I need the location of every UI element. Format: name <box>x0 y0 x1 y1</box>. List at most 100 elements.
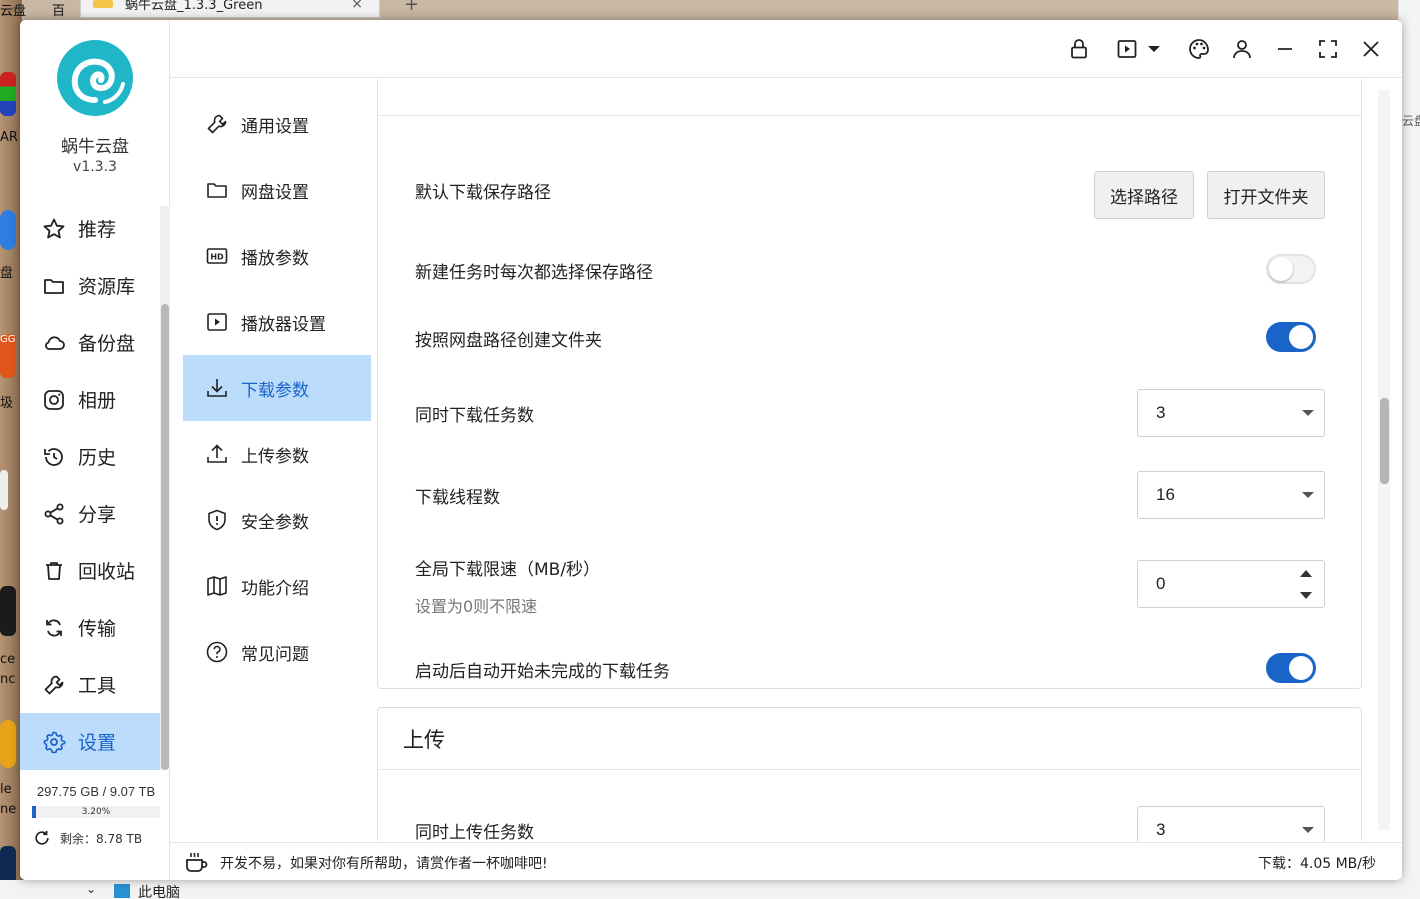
close-icon[interactable] <box>1359 37 1383 61</box>
create-folder-label: 按照网盘路径创建文件夹 <box>415 331 602 351</box>
fullscreen-icon[interactable] <box>1316 37 1340 61</box>
settings-item-label: 通用设置 <box>241 116 309 137</box>
play-icon[interactable] <box>1115 37 1139 61</box>
settings-item-security[interactable]: 安全参数 <box>183 487 371 553</box>
card-header-divider <box>378 115 1361 116</box>
new-tab-icon[interactable]: + <box>404 0 419 15</box>
download-speed: 下载：4.05 MB/秒 <box>1257 856 1376 872</box>
ask-path-label: 新建任务时每次都选择保存路径 <box>415 263 653 283</box>
open-folder-button[interactable]: 打开文件夹 <box>1207 171 1325 219</box>
nav-item-share[interactable]: 分享 <box>20 485 160 542</box>
download-settings-card: 默认下载保存路径 选择路径 打开文件夹 新建任务时每次都选择保存路径 按照网盘路… <box>377 79 1362 689</box>
select-value: 16 <box>1156 485 1175 504</box>
card-header-divider <box>378 769 1361 770</box>
nav-item-library[interactable]: 资源库 <box>20 257 160 314</box>
chrome-desktop-icon[interactable] <box>0 720 16 768</box>
select-value: 3 <box>1156 820 1166 839</box>
settings-item-player[interactable]: 播放器设置 <box>183 289 371 355</box>
settings-item-cloud[interactable]: 网盘设置 <box>183 157 371 223</box>
desktop-label: 圾 <box>0 396 14 411</box>
cloud-icon <box>45 335 65 350</box>
speed-limit-input[interactable]: 0 <box>1137 560 1325 608</box>
nav-item-recommend[interactable]: 推荐 <box>20 200 160 257</box>
nav-item-label: 传输 <box>78 618 117 640</box>
wrench-icon <box>207 114 227 134</box>
refresh-icon[interactable] <box>32 828 52 848</box>
concurrent-uploads-label: 同时上传任务数 <box>415 823 534 841</box>
concurrent-downloads-select[interactable]: 3 <box>1137 389 1325 437</box>
camera-icon <box>44 389 64 410</box>
settings-item-upload[interactable]: 上传参数 <box>183 421 371 487</box>
background-tab-title: 蜗牛云盘_1.3.3_Green <box>125 0 263 13</box>
sidebar-scrollbar-thumb[interactable] <box>161 304 169 770</box>
toggle-knob <box>1289 325 1313 349</box>
settings-item-playback[interactable]: HD 播放参数 <box>183 223 371 289</box>
winrar-icon[interactable] <box>0 72 16 116</box>
folder-icon <box>93 0 113 8</box>
settings-item-label: 上传参数 <box>241 446 309 467</box>
nav-item-label: 设置 <box>78 732 117 754</box>
wrench-icon <box>44 675 64 694</box>
download-threads-select[interactable]: 16 <box>1137 471 1325 519</box>
nav-item-settings[interactable]: 设置 <box>20 713 160 770</box>
main-sidebar: 蜗牛云盘 v1.3.3 推荐 资源库 备份盘 相册 历史 分享 回收站 传输 工… <box>20 20 170 880</box>
app-logo-icon <box>57 40 133 116</box>
auto-start-label: 启动后自动开始未完成的下载任务 <box>415 662 670 682</box>
toggle-knob <box>1269 257 1293 281</box>
upload-settings-card: 上传 同时上传任务数 3 <box>377 707 1362 841</box>
file-desktop-icon[interactable] <box>0 470 8 510</box>
upload-icon <box>207 444 227 463</box>
palette-icon[interactable] <box>1187 37 1211 61</box>
nav-item-label: 分享 <box>78 504 117 526</box>
auto-start-toggle[interactable] <box>1266 653 1316 683</box>
settings-item-download[interactable]: 下载参数 <box>183 355 371 421</box>
spin-value: 0 <box>1156 574 1166 593</box>
nav-item-trash[interactable]: 回收站 <box>20 542 160 599</box>
close-icon[interactable]: × <box>351 0 363 11</box>
user-icon[interactable] <box>1230 37 1254 61</box>
cloud-drive-desktop-icon[interactable] <box>0 210 16 250</box>
nav-item-album[interactable]: 相册 <box>20 371 160 428</box>
settings-menu: 通用设置 网盘设置 HD 播放参数 播放器设置 下载参数 上传参数 安全参数 功 <box>170 79 377 841</box>
download-icon <box>207 379 227 397</box>
nvidia-desktop-icon[interactable] <box>0 586 16 636</box>
storage-remain[interactable]: 剩余：8.78 TB <box>32 828 160 848</box>
app-version: v1.3.3 <box>73 159 117 175</box>
app-desktop-icon[interactable]: GG <box>0 334 16 378</box>
caret-down-icon <box>1302 492 1314 498</box>
concurrent-uploads-select[interactable]: 3 <box>1137 806 1325 841</box>
settings-item-general[interactable]: 通用设置 <box>183 91 371 157</box>
minimize-icon[interactable] <box>1273 37 1297 61</box>
share-icon <box>44 503 64 524</box>
nav-item-label: 历史 <box>78 447 117 469</box>
nav-item-backup[interactable]: 备份盘 <box>20 314 160 371</box>
toggle-knob <box>1289 656 1313 680</box>
settings-item-faq[interactable]: 常见问题 <box>183 619 371 685</box>
create-folder-toggle[interactable] <box>1266 322 1316 352</box>
choose-path-button[interactable]: 选择路径 <box>1094 171 1194 219</box>
storage-panel: 297.75 GB / 9.07 TB 3.20% 剩余：8.78 TB <box>32 784 160 848</box>
nav-item-transfer[interactable]: 传输 <box>20 599 160 656</box>
chevron-down-icon[interactable]: ⌄ <box>86 882 96 896</box>
nav-item-tools[interactable]: 工具 <box>20 656 160 713</box>
this-pc-label[interactable]: 此电脑 <box>138 882 180 899</box>
app-window: 蜗牛云盘 v1.3.3 推荐 资源库 备份盘 相册 历史 分享 回收站 传输 工… <box>20 20 1402 880</box>
caret-down-icon <box>1302 827 1314 833</box>
settings-item-label: 安全参数 <box>241 512 309 533</box>
desktop-label: 百 <box>52 4 66 19</box>
background-explorer-tab[interactable]: 蜗牛云盘_1.3.3_Green × <box>80 0 380 18</box>
main-nav: 推荐 资源库 备份盘 相册 历史 分享 回收站 传输 工具 设置 <box>20 200 160 770</box>
arrow-up-icon[interactable] <box>1300 570 1312 577</box>
ask-path-toggle[interactable] <box>1266 254 1316 284</box>
lock-icon[interactable] <box>1067 37 1091 61</box>
coffee-icon[interactable] <box>184 850 210 874</box>
storage-bar: 3.20% <box>32 806 160 818</box>
arrow-down-icon[interactable] <box>1300 592 1312 599</box>
speed-limit-label: 全局下载限速（MB/秒） <box>415 560 601 580</box>
content-scrollbar-thumb[interactable] <box>1380 398 1389 484</box>
dropdown-icon[interactable] <box>1146 37 1162 61</box>
nav-item-history[interactable]: 历史 <box>20 428 160 485</box>
desktop-label: nc <box>0 672 16 687</box>
settings-item-features[interactable]: 功能介绍 <box>183 553 371 619</box>
donate-message[interactable]: 开发不易，如果对你有所帮助，请赏作者一杯咖啡吧! <box>220 853 548 873</box>
